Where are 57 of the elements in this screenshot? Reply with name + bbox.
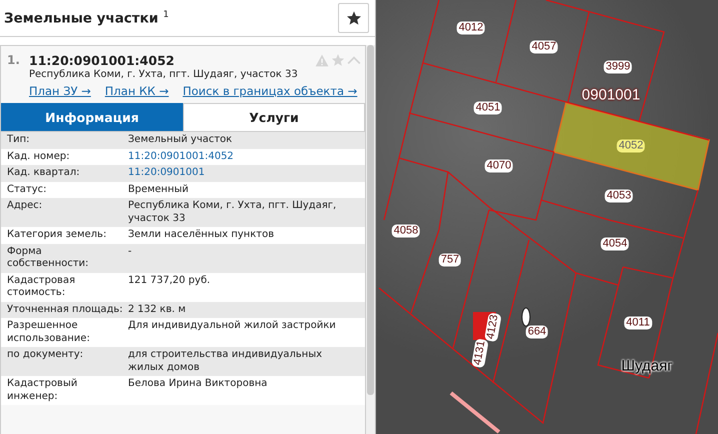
- property-label: по документу:: [7, 349, 84, 362]
- link[interactable]: Поиск в границах объекта →: [182, 84, 358, 98]
- scrollbar[interactable]: [366, 45, 375, 434]
- property-value: 2 132 кв. м: [128, 304, 186, 314]
- parcel-label: 4058: [392, 224, 420, 238]
- road-line: [450, 391, 500, 434]
- property-value: Для индивидуальной жилой застройки: [128, 320, 336, 331]
- property-link[interactable]: 11:20:0901001: [128, 167, 205, 178]
- property-label: Форма собственности:: [7, 246, 90, 270]
- parcel-label: 4052: [616, 140, 646, 152]
- parcel-label: 4131: [471, 338, 489, 368]
- favorite-button[interactable]: [338, 3, 369, 33]
- parcel-label: 4057: [530, 40, 558, 54]
- tab[interactable]: Услуги: [183, 103, 365, 131]
- parcel-label: 664: [526, 326, 548, 338]
- property-label: Категория земель:: [7, 229, 108, 242]
- property-link[interactable]: 11:20:0901001:4052: [128, 150, 234, 162]
- property-label: Кад. номер:: [7, 150, 71, 163]
- link[interactable]: План ЗУ →: [29, 84, 91, 98]
- property-value: Республика Коми, г. Ухта, пгт. Шудаяг, участок 33: [128, 200, 336, 224]
- tab[interactable]: Информация: [1, 103, 183, 131]
- result-index: 1.: [7, 53, 21, 67]
- parcel-label: 757: [438, 254, 462, 266]
- star-icon: [346, 10, 362, 26]
- collapse-icon[interactable]: [347, 55, 361, 65]
- scrollbar-thumb[interactable]: [367, 45, 374, 395]
- parcel-label: 4051: [474, 102, 502, 114]
- parcel-label: 4054: [600, 238, 630, 250]
- parcel-label: 3999: [604, 60, 632, 74]
- panel-title: Земельные участки $^{1}$: [4, 10, 169, 26]
- property-label: Кадастровая стоимость:: [7, 274, 76, 300]
- property-label: Тип:: [7, 134, 31, 146]
- property-label: Кадастровый инженер:: [7, 378, 78, 403]
- link[interactable]: План КК →: [104, 84, 169, 98]
- property-value: 121 737,20 руб.: [128, 274, 210, 286]
- result-address: Республика Коми, г. Ухта, пгт. Шудаяг, участок 33: [28, 68, 299, 80]
- parcel-label: 4053: [604, 190, 634, 202]
- property-label: Статус:: [7, 184, 48, 196]
- property-label: Разрешенное использование:: [7, 320, 91, 345]
- property-value: Временный: [128, 184, 189, 194]
- property-label: Адрес:: [7, 200, 44, 213]
- property-value: для строительства индивидуальных жилых домов: [128, 349, 322, 372]
- warning-icon[interactable]: [315, 54, 329, 66]
- quarter-label: 0901001: [580, 86, 642, 104]
- property-value: Земли населённых пунктов: [128, 229, 274, 240]
- highlighted-parcel[interactable]: [553, 102, 710, 191]
- parcel-label: 4070: [484, 160, 514, 172]
- cadastral-number: 11:20:0901001:4052: [29, 52, 176, 68]
- star-icon[interactable]: [331, 53, 345, 67]
- property-value: Земельный участок: [128, 134, 232, 145]
- property-label: Кад. квартал:: [7, 167, 81, 180]
- property-value: Белова Ирина Викторовна: [128, 378, 268, 389]
- point-marker[interactable]: [522, 308, 530, 326]
- property-value: -: [128, 246, 132, 256]
- property-label: Уточненная площадь:: [7, 304, 124, 316]
- parcel-label: 4012: [456, 22, 486, 34]
- parcel-label: 4011: [624, 316, 652, 330]
